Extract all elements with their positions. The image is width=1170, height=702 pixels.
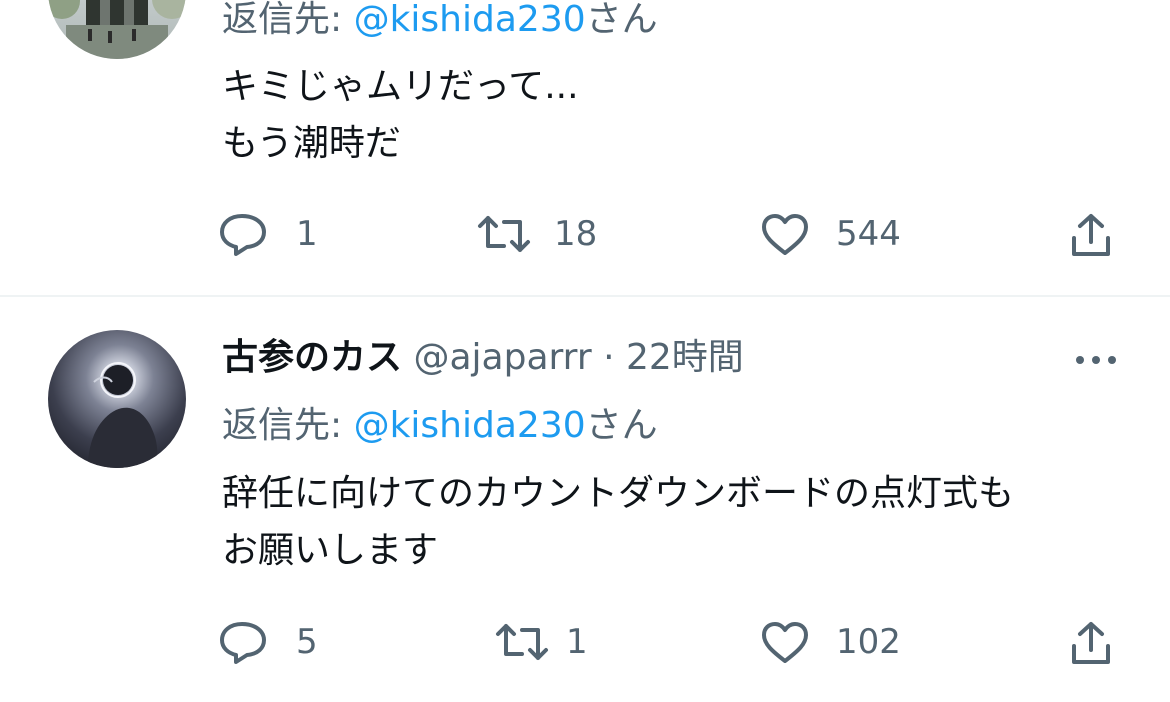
retweet-count: 1 — [566, 622, 588, 662]
tweet-text-line: もう潮時だ — [222, 123, 401, 164]
tweet-text-line: キミじゃムリだって... — [222, 66, 579, 107]
reply-to-line: 返信先: @kishida230さん — [222, 404, 658, 448]
heart-icon — [762, 622, 808, 663]
reply-button[interactable]: 1 — [218, 204, 368, 264]
tweet-text: 辞任に向けてのカウントダウンボードの点灯式も お願いします — [222, 465, 1014, 579]
reply-suffix: さん — [585, 0, 658, 40]
reply-prefix: 返信先: — [222, 0, 354, 40]
separator: · — [603, 337, 615, 378]
tweet[interactable]: 古参のカス @ajaparrr · 22時間 返信先: @kishida230さ… — [0, 296, 1170, 702]
display-name[interactable]: 古参のカス — [222, 337, 402, 378]
reply-thread: 返信先: @kishida230さん キミじゃムリだって... もう潮時だ 1 … — [0, 0, 1170, 702]
retweet-icon — [496, 624, 548, 660]
tweet-text: キミじゃムリだって... もう潮時だ — [222, 58, 579, 172]
retweet-button[interactable]: 1 — [494, 612, 694, 672]
timestamp[interactable]: 22時間 — [626, 337, 744, 378]
share-icon — [1072, 214, 1110, 256]
avatar[interactable] — [48, 330, 186, 468]
share-icon — [1072, 622, 1110, 664]
user-handle[interactable]: @ajaparrr — [413, 337, 591, 378]
reply-button[interactable]: 5 — [218, 612, 368, 672]
share-button[interactable] — [1068, 612, 1128, 672]
reply-mention-link[interactable]: @kishida230 — [354, 405, 586, 446]
reply-count: 5 — [296, 622, 318, 662]
reply-count: 1 — [296, 214, 318, 254]
tweet-text-line: お願いします — [222, 530, 439, 571]
reply-icon — [220, 214, 266, 256]
tweet-header: 古参のカス @ajaparrr · 22時間 — [222, 336, 744, 380]
retweet-count: 18 — [554, 214, 598, 254]
action-bar: 5 1 102 — [0, 612, 1170, 672]
like-count: 544 — [836, 214, 901, 254]
retweet-icon — [478, 216, 530, 252]
more-options-button[interactable] — [1072, 346, 1120, 374]
heart-icon — [762, 214, 808, 255]
like-button[interactable]: 544 — [760, 204, 960, 264]
tweet-text-line: 辞任に向けてのカウントダウンボードの点灯式も — [222, 473, 1015, 514]
reply-prefix: 返信先: — [222, 405, 354, 446]
reply-icon — [220, 622, 266, 664]
like-button[interactable]: 102 — [760, 612, 960, 672]
more-icon — [1076, 356, 1116, 364]
share-button[interactable] — [1068, 204, 1128, 264]
avatar[interactable] — [48, 0, 186, 59]
tweet[interactable]: 返信先: @kishida230さん キミじゃムリだって... もう潮時だ 1 … — [0, 0, 1170, 296]
reply-mention-link[interactable]: @kishida230 — [354, 0, 586, 40]
action-bar: 1 18 544 — [0, 204, 1170, 264]
retweet-button[interactable]: 18 — [476, 204, 676, 264]
like-count: 102 — [836, 622, 901, 662]
reply-to-line: 返信先: @kishida230さん — [222, 0, 658, 42]
reply-suffix: さん — [585, 405, 658, 446]
